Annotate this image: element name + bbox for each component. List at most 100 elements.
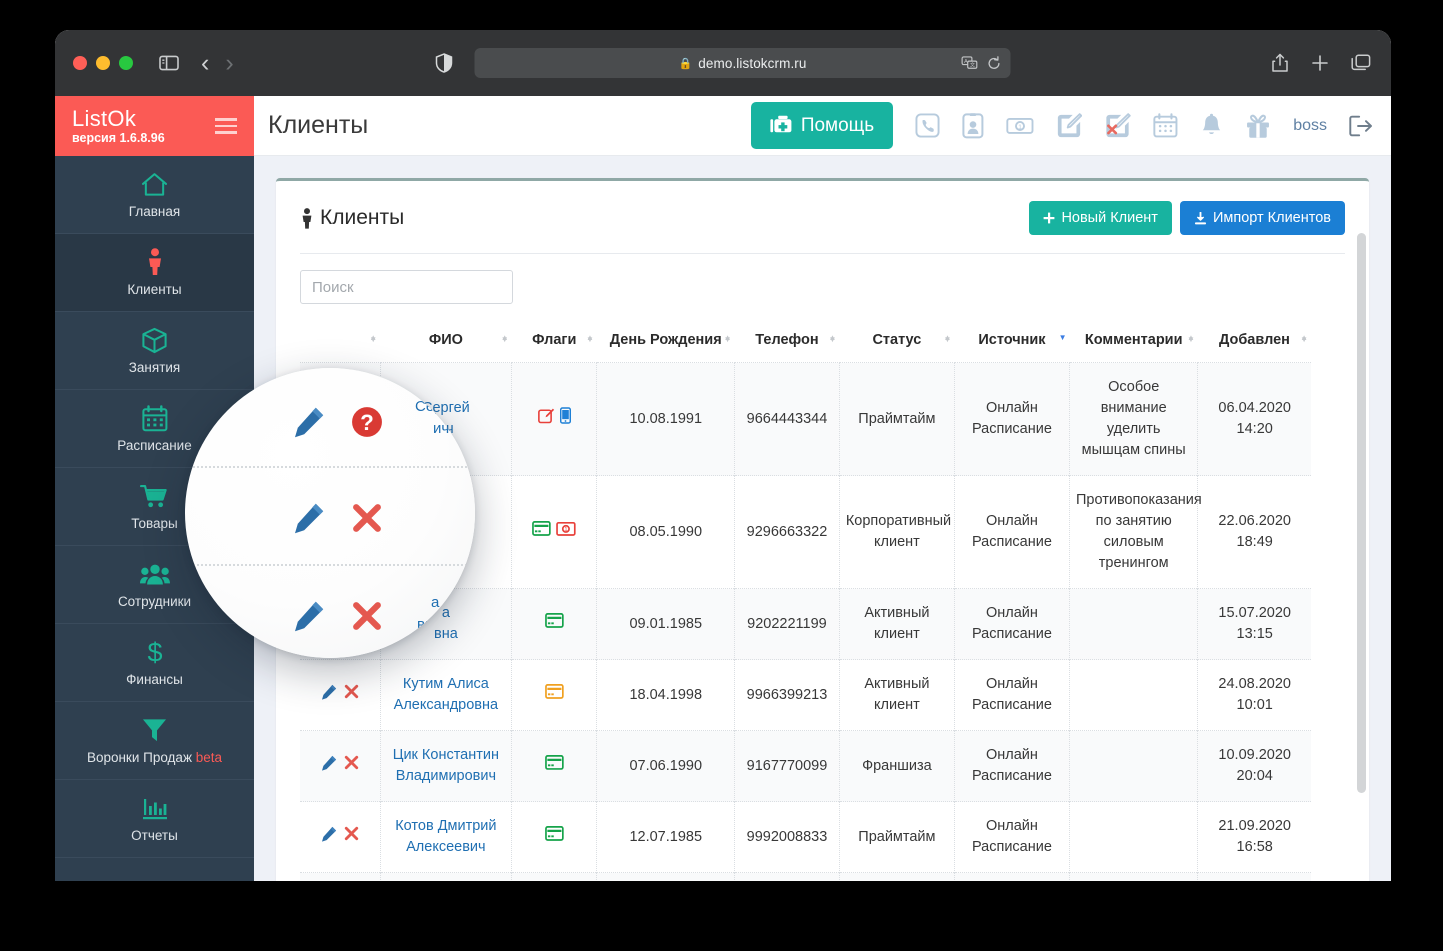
sort-icon[interactable]: ▲ ▼: [1300, 334, 1308, 344]
client-name-line1[interactable]: Кутим Алиса: [387, 674, 506, 695]
edit-icon[interactable]: [321, 755, 337, 771]
new-client-button[interactable]: Новый Клиент: [1029, 201, 1172, 235]
table-row[interactable]: Котов Дмитрий Алексеевич 12.07.1985 9992…: [300, 801, 1311, 873]
sidebar-item-sales-funnels[interactable]: Воронки Продаж beta: [55, 702, 254, 780]
client-name[interactable]: Цик Константин Владимирович: [380, 730, 513, 802]
minimize-window-button[interactable]: [96, 56, 110, 70]
edit-icon[interactable]: [293, 502, 325, 534]
client-name-line1[interactable]: Цик Константин: [387, 745, 506, 766]
url-bar[interactable]: 🔒 demo.listokcrm.ru A文: [474, 48, 1011, 78]
url-bar-actions[interactable]: A文: [961, 55, 1002, 71]
th-comments[interactable]: Комментарии ▲ ▼: [1069, 326, 1197, 363]
client-name-line2[interactable]: Александровна: [387, 695, 506, 716]
edit-note-icon[interactable]: [1056, 112, 1083, 139]
translate-icon[interactable]: A文: [961, 56, 978, 70]
card-title-text: Клиенты: [320, 206, 405, 229]
lens-row-actions[interactable]: [185, 502, 475, 534]
th-birthday[interactable]: День Рождения ▲ ▼: [597, 326, 735, 363]
th-actions[interactable]: ▲ ▼: [300, 326, 380, 363]
user-name[interactable]: boss: [1293, 117, 1327, 135]
table-row[interactable]: Кутим Алиса Александровна 18.04.1998 996…: [300, 659, 1311, 731]
delete-icon[interactable]: [344, 684, 359, 699]
brand-name: ListOk: [72, 105, 137, 131]
th-phone[interactable]: Телефон ▲ ▼: [735, 326, 840, 363]
sort-icon[interactable]: ▲ ▼: [1187, 334, 1195, 344]
maximize-window-button[interactable]: [119, 56, 133, 70]
calendar-icon[interactable]: [1153, 113, 1178, 138]
client-name[interactable]: Кутим Алиса Александровна: [380, 659, 513, 731]
navigation-arrows[interactable]: ‹ ›: [201, 50, 234, 76]
added-date: 22.06.2020: [1218, 513, 1291, 530]
search-input[interactable]: [300, 270, 513, 304]
close-window-button[interactable]: [73, 56, 87, 70]
cart-icon: [140, 482, 169, 510]
row-actions[interactable]: [300, 801, 381, 873]
contact-card-icon[interactable]: [962, 112, 984, 139]
topbar: Клиенты Помощь 1 boss: [254, 96, 1391, 156]
delete-icon[interactable]: [351, 502, 383, 534]
lens-row-separator: [185, 466, 475, 468]
reload-icon[interactable]: [987, 55, 1002, 71]
sidebar-item-classes[interactable]: Занятия: [55, 312, 254, 390]
sidebar-item-reports[interactable]: Отчеты: [55, 780, 254, 858]
client-name-line2[interactable]: Алексеевич: [387, 837, 506, 858]
client-name-line1[interactable]: Котов Дмитрий: [387, 816, 506, 837]
import-clients-button[interactable]: Импорт Клиентов: [1179, 201, 1345, 235]
row-actions[interactable]: [300, 872, 381, 881]
sidebar-item-home[interactable]: Главная: [55, 156, 254, 234]
share-icon[interactable]: [1271, 53, 1289, 73]
client-birthday: 18.04.1998: [596, 659, 736, 731]
sort-icon[interactable]: ▲ ▼: [724, 334, 732, 344]
cancelled-note-icon[interactable]: [1104, 112, 1131, 139]
client-birthday: 12.07.1985: [596, 801, 736, 873]
vertical-scrollbar[interactable]: [1357, 233, 1366, 793]
client-added: 24.08.2020 10:01: [1197, 659, 1311, 731]
sort-icon[interactable]: ▲ ▼: [828, 334, 836, 344]
edit-icon[interactable]: [321, 684, 337, 700]
edit-icon[interactable]: [293, 406, 325, 438]
sort-icon[interactable]: ▲ ▼: [586, 334, 594, 344]
client-status: Франшиза: [839, 730, 955, 802]
client-name-line2[interactable]: Владимирович: [387, 766, 506, 787]
bell-icon[interactable]: [1200, 113, 1223, 139]
window-controls[interactable]: [73, 56, 133, 70]
edit-icon[interactable]: [293, 600, 325, 632]
question-icon[interactable]: ?: [351, 406, 383, 438]
th-added[interactable]: Добавлен ▲ ▼: [1198, 326, 1311, 363]
client-comment: Противопоказания по занятию силовым трен…: [1069, 475, 1202, 589]
browser-toolbar-right[interactable]: [1271, 53, 1371, 73]
privacy-shield-icon[interactable]: [435, 53, 453, 73]
table-row[interactable]: Лимонов Алла Корпоративный Онлайн: [300, 872, 1311, 881]
hamburger-menu-icon[interactable]: [215, 118, 237, 134]
client-name[interactable]: Лимонов Алла: [380, 872, 513, 881]
sidebar-item-finance[interactable]: $ Финансы: [55, 624, 254, 702]
row-actions[interactable]: [300, 659, 381, 731]
th-fio[interactable]: ФИО ▲ ▼: [380, 326, 512, 363]
th-source[interactable]: Источник ▲▼: [954, 326, 1069, 363]
sort-icon[interactable]: ▲ ▼: [369, 334, 377, 344]
edit-icon[interactable]: [321, 826, 337, 842]
delete-icon[interactable]: [344, 755, 359, 770]
delete-icon[interactable]: [351, 600, 383, 632]
gift-icon[interactable]: [1245, 113, 1271, 139]
client-name[interactable]: Котов Дмитрий Алексеевич: [380, 801, 513, 873]
th-label: Флаги: [532, 332, 577, 348]
logout-icon[interactable]: [1349, 115, 1373, 137]
added-time: 20:04: [1236, 768, 1273, 785]
row-actions[interactable]: [300, 730, 381, 802]
phone-icon[interactable]: [915, 113, 940, 138]
th-status[interactable]: Статус ▲ ▼: [839, 326, 954, 363]
sidebar-item-clients[interactable]: Клиенты: [55, 234, 254, 312]
tab-overview-icon[interactable]: [1351, 54, 1371, 72]
new-tab-icon[interactable]: [1311, 54, 1329, 72]
help-button[interactable]: Помощь: [750, 102, 894, 149]
table-row[interactable]: Цик Константин Владимирович 07.06.1990 9…: [300, 730, 1311, 802]
banknote-icon[interactable]: 1: [1006, 116, 1034, 136]
sort-icon[interactable]: ▲ ▼: [501, 334, 509, 344]
back-arrow-icon[interactable]: ‹: [201, 50, 209, 76]
sort-icon[interactable]: ▲ ▼: [944, 334, 952, 344]
sidebar-toggle-icon[interactable]: [159, 55, 179, 71]
th-flags[interactable]: Флаги ▲ ▼: [512, 326, 597, 363]
delete-icon[interactable]: [344, 826, 359, 841]
sidebar-item-label: Товары: [131, 516, 178, 531]
